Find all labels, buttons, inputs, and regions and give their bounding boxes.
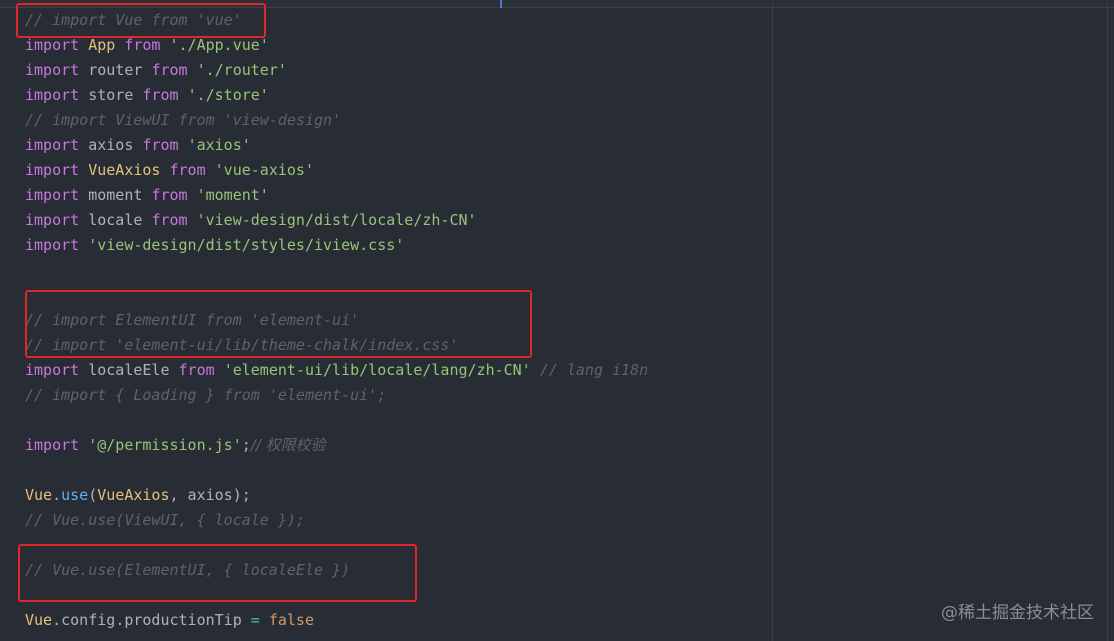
code-token-str: 'vue-axios' xyxy=(214,161,314,179)
code-token-fn: use xyxy=(61,486,89,504)
annotation-box-elementui-imports xyxy=(25,290,532,358)
code-token-ident xyxy=(531,361,540,379)
code-token-ident xyxy=(79,36,88,54)
code-token-ident xyxy=(79,236,88,254)
annotation-box-vue-import xyxy=(16,3,266,38)
code-token-kw: import xyxy=(25,136,80,154)
code-token-cls: VueAxios xyxy=(88,161,161,179)
code-token-punc: ( xyxy=(88,486,98,504)
code-token-ident xyxy=(215,361,224,379)
code-token-kw: import xyxy=(25,436,80,454)
code-token-kw: import xyxy=(25,186,80,204)
code-token-ident xyxy=(242,611,251,629)
code-token-kw: from xyxy=(124,36,161,54)
code-line[interactable]: import locale from 'view-design/dist/loc… xyxy=(25,208,648,233)
code-token-punc: ; xyxy=(241,436,251,454)
minimap-divider xyxy=(1107,0,1108,641)
code-line[interactable]: Vue.use(VueAxios, axios); xyxy=(25,483,648,508)
code-token-str: 'element-ui/lib/locale/lang/zh-CN' xyxy=(223,361,531,379)
code-token-kw: import xyxy=(25,211,80,229)
code-token-kw: from xyxy=(151,211,188,229)
code-token-cls: Vue xyxy=(25,611,53,629)
minimap-top-border xyxy=(766,0,1114,8)
code-token-kw: from xyxy=(151,61,188,79)
code-token-kw: import xyxy=(25,236,80,254)
code-token-op: = xyxy=(250,611,260,629)
code-line[interactable]: import moment from 'moment' xyxy=(25,183,648,208)
code-token-str: './App.vue' xyxy=(169,36,269,54)
code-line[interactable] xyxy=(25,458,648,483)
watermark-text: @稀土掘金技术社区 xyxy=(941,603,1094,623)
code-token-str: 'view-design/dist/locale/zh-CN' xyxy=(196,211,477,229)
code-token-ident: config xyxy=(61,611,116,629)
code-token-kw: import xyxy=(25,86,80,104)
code-token-punc: , axios); xyxy=(169,486,251,504)
code-line[interactable]: import store from './store' xyxy=(25,83,648,108)
code-line[interactable]: import '@/permission.js';// 权限校验 xyxy=(25,433,648,458)
code-token-ident: locale xyxy=(79,211,152,229)
code-token-punc: . xyxy=(52,486,62,504)
code-token-ident xyxy=(115,36,124,54)
code-line[interactable]: Vue.config.productionTip = false xyxy=(25,608,648,633)
code-token-ident xyxy=(260,611,269,629)
code-token-cmt: // import ViewUI from 'view-design' xyxy=(25,111,342,129)
code-line[interactable]: import router from './router' xyxy=(25,58,648,83)
code-token-ident: localeEle xyxy=(79,361,179,379)
code-token-cls: VueAxios xyxy=(97,486,170,504)
code-token-cmt: // import { Loading } from 'element-ui'; xyxy=(25,386,387,404)
code-line[interactable]: import 'view-design/dist/styles/iview.cs… xyxy=(25,233,648,258)
code-token-str: 'moment' xyxy=(196,186,269,204)
code-token-ident: moment xyxy=(79,186,152,204)
code-token-str: '@/permission.js' xyxy=(88,436,242,454)
code-token-cmt: // Vue.use(ViewUI, { locale }); xyxy=(25,511,305,529)
code-token-kw: import xyxy=(25,361,80,379)
code-token-kw: from xyxy=(142,136,179,154)
code-line[interactable]: // import ViewUI from 'view-design' xyxy=(25,108,648,133)
code-token-str: 'view-design/dist/styles/iview.css' xyxy=(88,236,405,254)
code-token-cmt: // 权限校验 xyxy=(250,436,326,454)
code-token-ident xyxy=(188,61,197,79)
scroll-position-marker xyxy=(500,0,502,8)
code-token-ident xyxy=(179,86,188,104)
code-line[interactable]: // import { Loading } from 'element-ui'; xyxy=(25,383,648,408)
code-token-str: './store' xyxy=(187,86,269,104)
code-line[interactable] xyxy=(25,258,648,283)
code-token-kw: from xyxy=(169,161,206,179)
code-token-str: 'axios' xyxy=(187,136,251,154)
code-token-ident: productionTip xyxy=(124,611,242,629)
code-token-ident: axios xyxy=(79,136,143,154)
code-token-bool: false xyxy=(268,611,314,629)
code-token-str: './router' xyxy=(196,61,287,79)
code-line[interactable]: import axios from 'axios' xyxy=(25,133,648,158)
code-token-kw: from xyxy=(151,186,188,204)
code-token-cls: Vue xyxy=(25,486,53,504)
code-line[interactable] xyxy=(25,408,648,433)
code-token-punc: . xyxy=(115,611,125,629)
code-token-ident xyxy=(188,186,197,204)
code-token-ident xyxy=(188,211,197,229)
code-token-kw: import xyxy=(25,161,80,179)
code-token-kw: from xyxy=(142,86,179,104)
code-token-ident xyxy=(160,36,169,54)
code-token-cmt: // lang i18n xyxy=(539,361,649,379)
code-token-kw: from xyxy=(178,361,215,379)
code-token-kw: import xyxy=(25,36,80,54)
annotation-box-elementui-use xyxy=(18,544,417,602)
code-token-ident xyxy=(79,436,88,454)
code-token-ident xyxy=(79,161,88,179)
code-line[interactable]: // Vue.use(ViewUI, { locale }); xyxy=(25,508,648,533)
code-token-cls: App xyxy=(88,36,116,54)
code-editor[interactable]: // import Vue from 'vue' import App from … xyxy=(0,0,1114,641)
code-token-ident xyxy=(160,161,169,179)
code-token-kw: import xyxy=(25,61,80,79)
code-line[interactable]: import localeEle from 'element-ui/lib/lo… xyxy=(25,358,648,383)
code-token-ident: store xyxy=(79,86,143,104)
code-token-ident xyxy=(206,161,215,179)
code-line[interactable]: import VueAxios from 'vue-axios' xyxy=(25,158,648,183)
code-token-ident xyxy=(179,136,188,154)
code-token-punc: . xyxy=(52,611,62,629)
code-token-ident: router xyxy=(79,61,152,79)
editor-ruler-line xyxy=(772,0,773,641)
